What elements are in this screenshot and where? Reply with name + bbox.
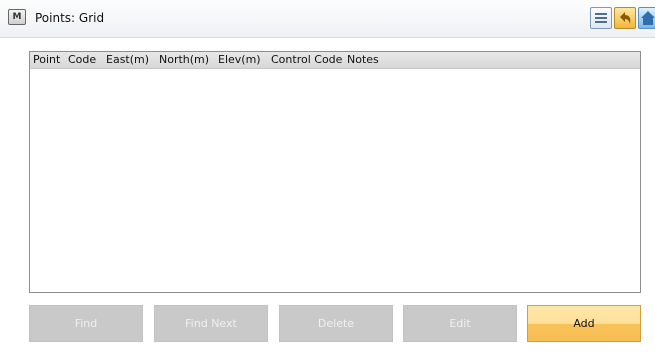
column-header-point[interactable]: Point xyxy=(33,53,60,66)
home-icon[interactable] xyxy=(638,7,655,29)
column-header-east[interactable]: East(m) xyxy=(106,53,149,66)
edit-button[interactable]: Edit xyxy=(403,305,517,342)
list-view-icon[interactable] xyxy=(590,7,612,29)
title-bar: M Points: Grid xyxy=(0,0,655,38)
add-button[interactable]: Add xyxy=(527,305,641,342)
delete-button[interactable]: Delete xyxy=(279,305,393,342)
column-header-code[interactable]: Code xyxy=(68,53,96,66)
back-arrow-glyph xyxy=(620,12,631,24)
app-menu-icon[interactable]: M xyxy=(8,9,26,25)
home-glyph xyxy=(641,11,655,25)
column-header-control-code[interactable]: Control Code xyxy=(271,53,342,66)
back-arrow-icon[interactable] xyxy=(614,7,636,29)
points-grid[interactable]: Point Code East(m) North(m) Elev(m) Cont… xyxy=(29,51,641,293)
find-button[interactable]: Find xyxy=(29,305,143,342)
find-next-button[interactable]: Find Next xyxy=(154,305,268,342)
page-title: Points: Grid xyxy=(35,11,105,25)
grid-header: Point Code East(m) North(m) Elev(m) Cont… xyxy=(30,52,640,69)
column-header-north[interactable]: North(m) xyxy=(159,53,209,66)
column-header-elev[interactable]: Elev(m) xyxy=(218,53,261,66)
column-header-notes[interactable]: Notes xyxy=(347,53,379,66)
